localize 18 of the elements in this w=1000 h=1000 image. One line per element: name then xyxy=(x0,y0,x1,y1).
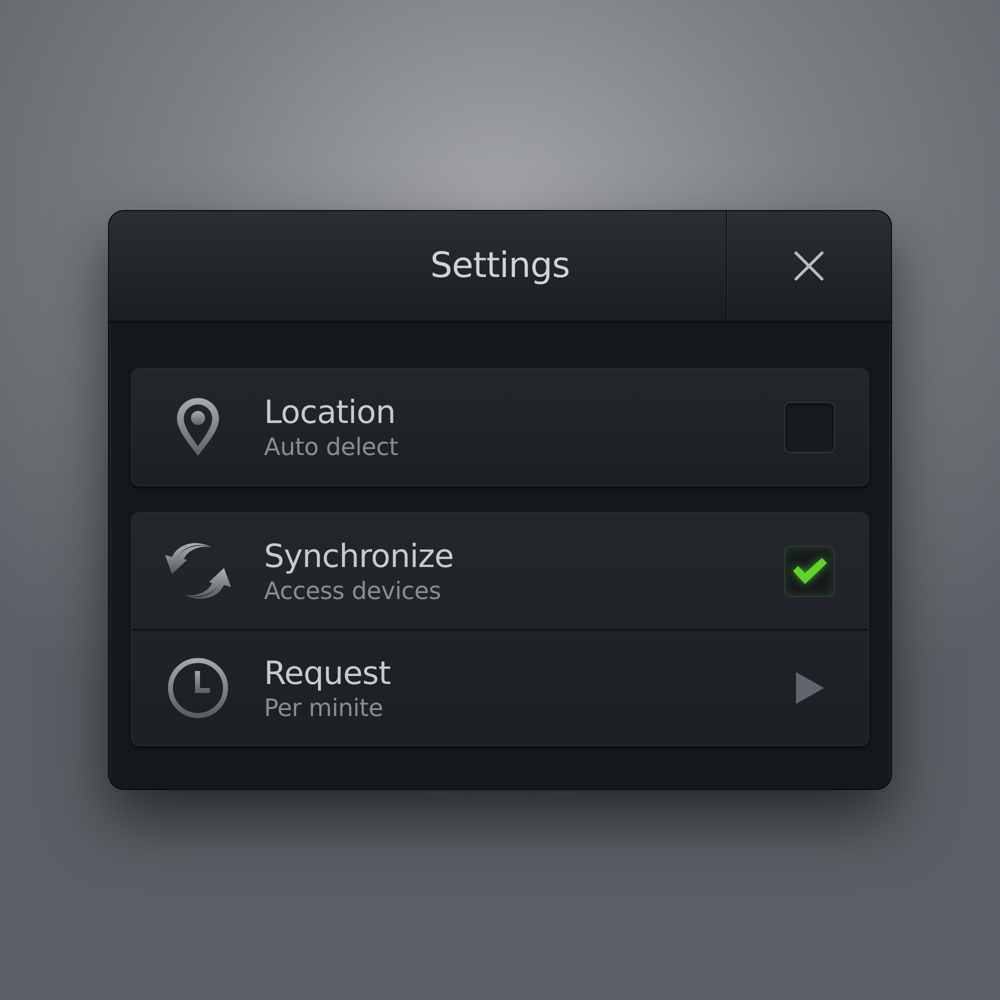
play-triangle-icon xyxy=(796,672,824,704)
row-subtitle: Access devices xyxy=(264,576,442,606)
row-title: Synchronize xyxy=(264,536,455,576)
settings-row[interactable]: Location Auto delect xyxy=(132,369,868,485)
row-subtitle: Per minite xyxy=(264,693,384,723)
window-title: Settings xyxy=(430,244,570,288)
checkbox[interactable] xyxy=(784,402,835,452)
checkmark-icon xyxy=(792,557,828,585)
row-title: Request xyxy=(264,653,392,693)
checkbox[interactable] xyxy=(784,546,835,596)
row-title: Location xyxy=(264,392,396,432)
row-subtitle: Auto delect xyxy=(264,432,400,462)
sync-arrows-icon xyxy=(165,543,231,599)
location-pin-icon xyxy=(175,396,221,458)
settings-row[interactable]: Request Per minite xyxy=(132,629,868,745)
settings-row[interactable]: Synchronize Access devices xyxy=(132,513,868,629)
close-icon xyxy=(794,251,824,281)
clock-icon xyxy=(167,657,229,719)
